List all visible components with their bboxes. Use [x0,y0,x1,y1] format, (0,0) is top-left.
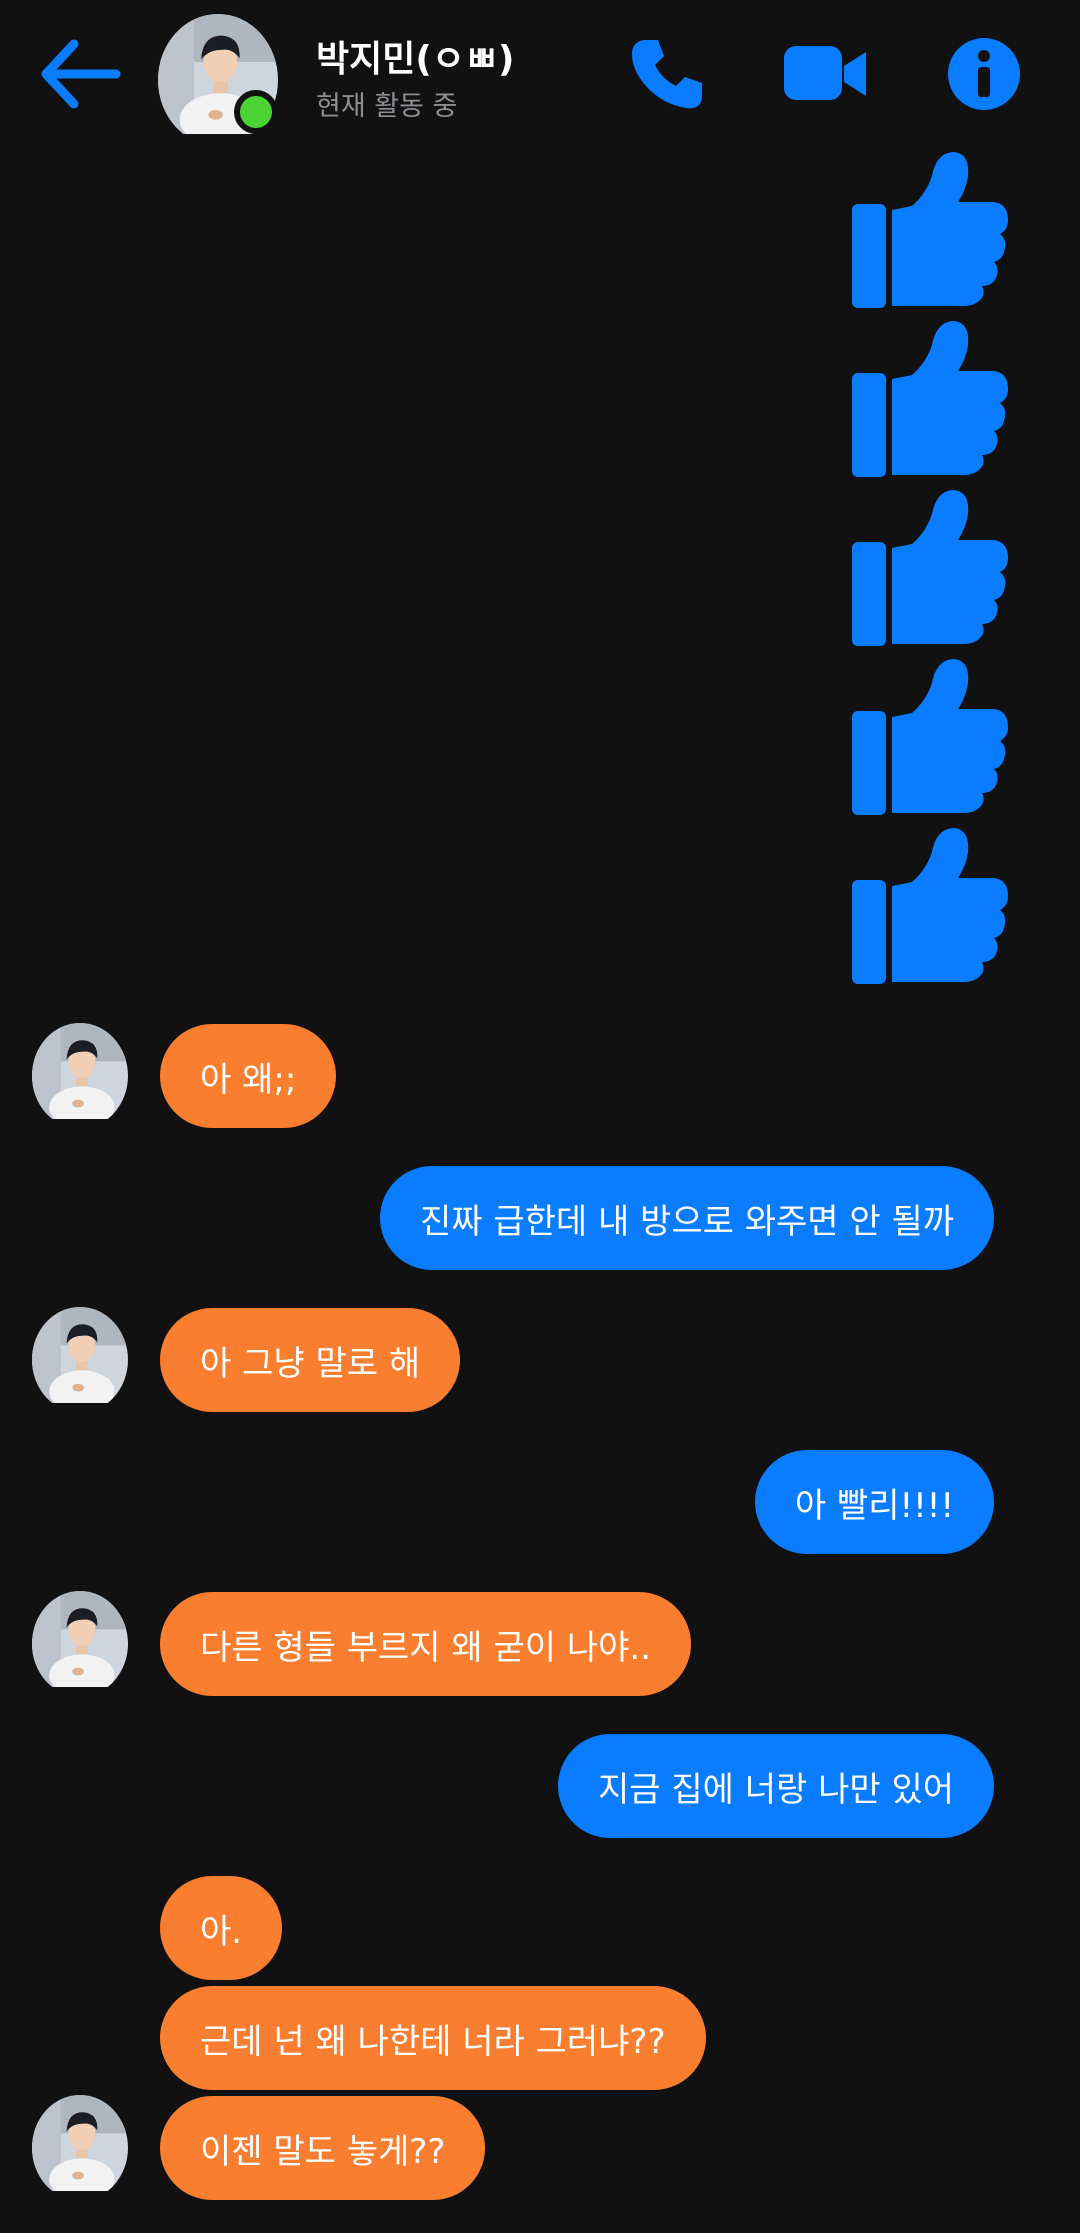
outgoing-message[interactable]: 아 빨리!!!! [754,1450,994,1554]
avatar[interactable] [32,1591,128,1687]
incoming-message[interactable]: 아. [160,1876,283,1980]
contact-name[interactable]: 박지민(ㅇㅃ) [316,30,515,82]
thumbs-up-icon [852,319,1008,479]
active-status: 현재 활동 중 [316,91,458,122]
info-icon[interactable] [946,36,1022,112]
thumbs-up-icon [852,488,1008,648]
avatar[interactable] [32,1307,128,1403]
back-arrow-icon[interactable] [36,34,124,114]
contact-avatar[interactable] [158,14,278,134]
avatar[interactable] [32,2095,128,2191]
incoming-message[interactable]: 아 그냥 말로 해 [160,1308,461,1412]
incoming-message[interactable]: 아 왜;; [160,1024,337,1128]
thumbs-up-icon [852,150,1008,310]
incoming-message[interactable]: 이젠 말도 놓게?? [160,2096,486,2200]
thumbs-up-icon [852,826,1008,986]
online-status-dot [234,90,278,134]
avatar[interactable] [32,1023,128,1119]
outgoing-message[interactable]: 진짜 급한데 내 방으로 와주면 안 될까 [379,1166,994,1270]
video-camera-icon[interactable] [782,34,870,114]
phone-icon[interactable] [628,34,708,114]
incoming-message[interactable]: 근데 넌 왜 나한테 너라 그러냐?? [160,1986,706,2090]
conversation-header: 박지민(ㅇㅃ) 현재 활동 중 [0,0,1080,150]
outgoing-message[interactable]: 지금 집에 너랑 나만 있어 [557,1734,994,1838]
incoming-message[interactable]: 다른 형들 부르지 왜 굳이 나야.. [160,1592,692,1696]
thumbs-up-icon [852,657,1008,817]
